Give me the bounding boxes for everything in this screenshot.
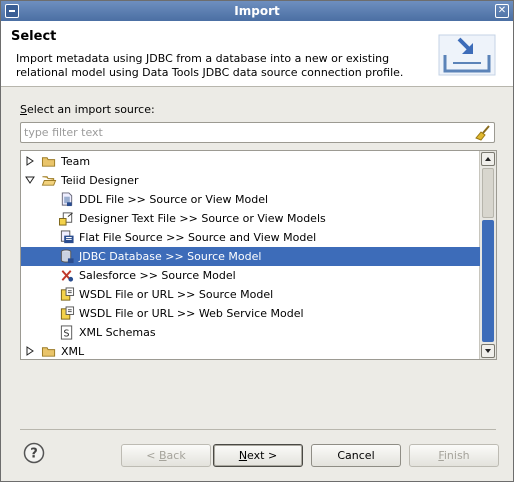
- folder-icon: [41, 157, 56, 167]
- tree-item[interactable]: Salesforce >> Source Model: [21, 266, 480, 285]
- page-description: Import metadata using JDBC from a databa…: [16, 52, 404, 79]
- import-wizard-icon: [438, 34, 496, 76]
- svg-text:?: ?: [30, 447, 38, 462]
- tree-item[interactable]: Team: [21, 152, 480, 171]
- tree-item-label: WSDL File or URL >> Source Model: [79, 288, 274, 301]
- folder-open-icon: [41, 176, 57, 186]
- import-dialog: Import ✕ Select Import metadata using JD…: [0, 0, 514, 482]
- tree-item[interactable]: XML: [21, 342, 480, 359]
- tree-item-label: Designer Text File >> Source or View Mod…: [79, 212, 326, 225]
- salesforce-icon: [61, 270, 74, 282]
- button-bar-separator: [20, 429, 496, 430]
- collapsed-twisty-icon[interactable]: [25, 156, 35, 166]
- tree-vertical-scrollbar[interactable]: [479, 151, 496, 359]
- jdbc-database-icon: [60, 249, 74, 264]
- wizard-header: Select Import metadata using JDBC from a…: [1, 21, 513, 87]
- folder-icon: [41, 347, 56, 357]
- svg-text:S: S: [64, 328, 70, 339]
- import-source-tree[interactable]: Team Teiid Designer DDL File >> Source or …: [20, 150, 497, 360]
- page-title: Select: [11, 29, 57, 44]
- import-source-label-text: elect an import source:: [26, 103, 155, 116]
- cancel-button[interactable]: Cancel: [311, 444, 401, 467]
- tree-item[interactable]: WSDL File or URL >> Source Model: [21, 285, 480, 304]
- help-icon[interactable]: ?: [23, 442, 45, 464]
- tree-item[interactable]: JDBC Database >> Source Model: [21, 247, 480, 266]
- window-title: Import: [234, 4, 280, 18]
- title-bar[interactable]: Import ✕: [1, 1, 513, 21]
- tree-item[interactable]: WSDL File or URL >> Web Service Model: [21, 304, 480, 323]
- tree-item-label: XML: [61, 345, 85, 358]
- back-prefix: <: [146, 449, 159, 462]
- clear-filter-icon[interactable]: [475, 125, 491, 141]
- next-mnemonic: N: [238, 449, 248, 462]
- wsdl-import-icon: [60, 306, 75, 320]
- expanded-twisty-icon[interactable]: [25, 175, 35, 185]
- scroll-up-button[interactable]: [481, 152, 495, 166]
- scrollbar-upper-track[interactable]: [482, 168, 494, 218]
- scroll-down-button[interactable]: [481, 344, 495, 358]
- tree-item-label: WSDL File or URL >> Web Service Model: [79, 307, 304, 320]
- tree-item-label: DDL File >> Source or View Model: [79, 193, 269, 206]
- filter-field[interactable]: [20, 122, 495, 143]
- tree-item[interactable]: Teiid Designer: [21, 171, 480, 190]
- mnemonic-s: S: [20, 103, 27, 116]
- finish-rest: inish: [443, 449, 470, 462]
- finish-button[interactable]: Finish: [409, 444, 499, 467]
- tree-item[interactable]: DDL File >> Source or View Model: [21, 190, 480, 209]
- back-button[interactable]: < Back: [121, 444, 211, 467]
- flat-file-icon: [60, 230, 74, 244]
- text-import-icon: [59, 212, 73, 226]
- tree-item[interactable]: S XML Schemas: [21, 323, 480, 342]
- back-mnemonic: B: [159, 449, 167, 462]
- ddl-file-icon: [61, 192, 73, 207]
- next-button[interactable]: Next >: [213, 444, 303, 467]
- tree-item-label: Flat File Source >> Source and View Mode…: [79, 231, 317, 244]
- scrollbar-track[interactable]: [482, 168, 494, 343]
- tree-item-label: XML Schemas: [79, 326, 156, 339]
- filter-input[interactable]: [24, 125, 464, 140]
- xml-schema-icon: S: [60, 325, 73, 340]
- collapsed-twisty-icon[interactable]: [25, 346, 35, 356]
- wsdl-import-icon: [60, 287, 75, 301]
- tree-item[interactable]: Flat File Source >> Source and View Mode…: [21, 228, 480, 247]
- next-rest: ext >: [247, 449, 278, 462]
- back-rest: ack: [166, 449, 186, 462]
- scrollbar-thumb[interactable]: [482, 220, 494, 342]
- tree-item-label: JDBC Database >> Source Model: [79, 250, 262, 263]
- tree-item-label: Salesforce >> Source Model: [79, 269, 236, 282]
- close-button[interactable]: ✕: [495, 4, 509, 18]
- tree-item[interactable]: Designer Text File >> Source or View Mod…: [21, 209, 480, 228]
- import-source-label: Select an import source:: [20, 103, 155, 116]
- tree-item-label: Teiid Designer: [61, 174, 139, 187]
- tree-item-label: Team: [61, 155, 91, 168]
